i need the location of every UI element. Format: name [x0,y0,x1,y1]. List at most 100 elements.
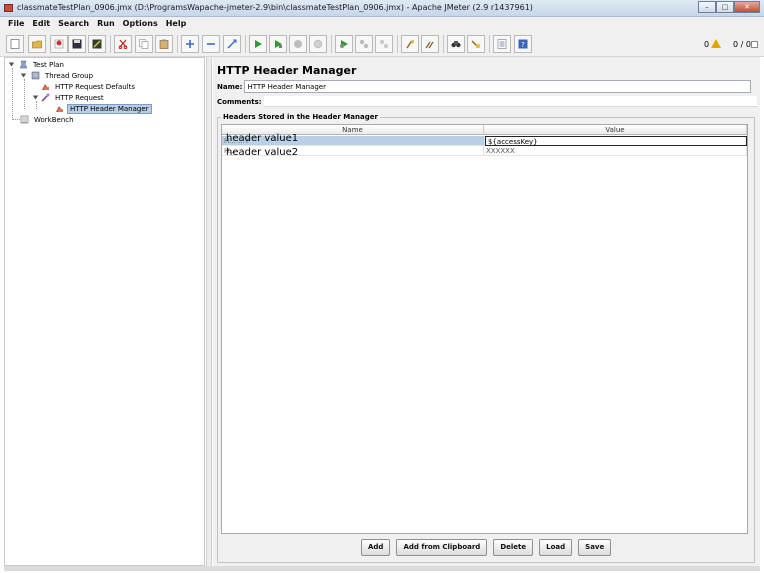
copy-button[interactable] [135,35,153,53]
new-button[interactable] [6,35,24,53]
table-row[interactable]: H... ...Y ${accessKey} [222,136,747,146]
close-button[interactable]: ✕ [734,1,760,13]
table-header: Name Value [222,125,747,135]
tree-item-label: HTTP Request [55,93,104,102]
config-element-icon [56,106,63,112]
open-button[interactable] [50,35,68,53]
remote-start-button[interactable] [335,35,353,53]
broom-all-icon [425,41,434,49]
header-name-overlay: header value1 [226,133,299,144]
panel-splitter[interactable] [206,57,212,566]
minimize-button[interactable]: – [698,1,716,13]
thread-group-icon [31,71,40,80]
header-value-cell[interactable]: XXXXXX [484,146,747,156]
save-as-button[interactable] [88,35,106,53]
tree-item-http-header-manager[interactable]: HTTP Header Manager [55,103,152,114]
window-title: classmateTestPlan_0906.jmx (D:\ProgramsW… [17,3,533,12]
svg-text:?: ? [521,41,525,49]
expand-toggle-icon[interactable] [20,72,27,79]
header-value-cell[interactable]: ${accessKey} [485,136,747,146]
play-icon [255,40,262,48]
tree-item-http-request-defaults[interactable]: HTTP Request Defaults [41,81,137,92]
delete-button[interactable]: Delete [493,539,534,556]
expand-toggle-icon[interactable] [8,61,15,68]
name-input[interactable] [244,80,752,93]
save-button[interactable]: Save [578,539,612,556]
toolbar: ? 0 0 / 0 [0,31,764,57]
expand-toggle-icon[interactable] [32,94,39,101]
headers-table: Name Value H... ...Y ${accessKey} H... X… [221,124,748,534]
templates-button[interactable] [28,35,46,53]
remote-stop-button[interactable] [355,35,373,53]
error-log-toggle-icon[interactable] [751,41,758,48]
tree-item-label: Thread Group [45,71,94,80]
tree-item-thread-group[interactable]: Thread Group [20,70,95,81]
plus-icon [186,40,194,48]
menu-edit[interactable]: Edit [28,17,54,31]
play-no-pause-icon [275,40,282,48]
tree-connector [12,68,13,120]
help-button[interactable]: ? [514,35,532,53]
binoculars-icon [451,41,461,48]
save-toolbar-button[interactable] [68,35,86,53]
workbench-icon [20,115,29,124]
clipboard-icon [159,39,169,49]
add-button[interactable]: Add [361,539,391,556]
clear-button[interactable] [401,35,419,53]
column-value-header[interactable]: Value [484,125,747,134]
tree-item-label: WorkBench [34,115,74,124]
sampler-icon [41,93,50,102]
table-row[interactable]: H... XXXXXX [222,146,747,156]
toggle-button[interactable] [223,35,241,53]
copy-icon [139,39,149,49]
shutdown-icon [313,39,323,49]
reset-search-icon [471,40,481,49]
warning-count: 0 [704,40,710,49]
comments-row: Comments: [217,95,757,108]
title-bar: classmateTestPlan_0906.jmx (D:\ProgramsW… [0,0,764,17]
menu-file[interactable]: File [4,17,28,31]
remote-play-icon [340,40,348,48]
tree-item-workbench[interactable]: WorkBench [20,114,76,125]
remote-stop-icon [359,39,369,49]
tree-item-label: HTTP Header Manager [67,103,152,114]
reset-search-button[interactable] [467,35,485,53]
comments-input[interactable] [263,96,757,107]
start-button[interactable] [249,35,267,53]
toolbar-separator [443,35,444,53]
menu-help[interactable]: Help [162,17,191,31]
load-button[interactable]: Load [539,539,573,556]
warning-icon[interactable] [711,39,721,48]
menu-search[interactable]: Search [54,17,93,31]
stop-button[interactable] [289,35,307,53]
collapse-all-button[interactable] [202,35,220,53]
cut-button[interactable] [114,35,132,53]
clear-all-button[interactable] [421,35,439,53]
tree-connector [24,79,25,109]
panel-title: HTTP Header Manager [217,64,357,77]
menu-run[interactable]: Run [93,17,119,31]
remote-exit-icon [379,39,389,49]
shutdown-button[interactable] [309,35,327,53]
paste-button[interactable] [155,35,173,53]
broom-icon [406,40,414,49]
headers-group: Headers Stored in the Header Manager Nam… [217,113,755,563]
menu-options[interactable]: Options [119,17,162,31]
test-plan-tree: Test Plan Thread Group HTTP Request Defa… [4,57,205,566]
tree-item-http-request[interactable]: HTTP Request [32,92,106,103]
function-helper-button[interactable] [493,35,511,53]
window-controls: – □ ✕ [698,1,760,13]
headers-group-title: Headers Stored in the Header Manager [221,113,380,121]
add-from-clipboard-button[interactable]: Add from Clipboard [396,539,488,556]
tree-item-test-plan[interactable]: Test Plan [8,59,66,70]
expand-all-button[interactable] [181,35,199,53]
search-button[interactable] [447,35,465,53]
header-name-overlay: header value2 [226,147,299,158]
tree-connector [12,119,20,120]
minus-icon [207,43,215,45]
maximize-button[interactable]: □ [716,1,734,13]
horizontal-scrollbar[interactable] [4,566,760,571]
remote-exit-button[interactable] [375,35,393,53]
start-no-timers-button[interactable] [269,35,287,53]
stop-icon [294,40,302,48]
